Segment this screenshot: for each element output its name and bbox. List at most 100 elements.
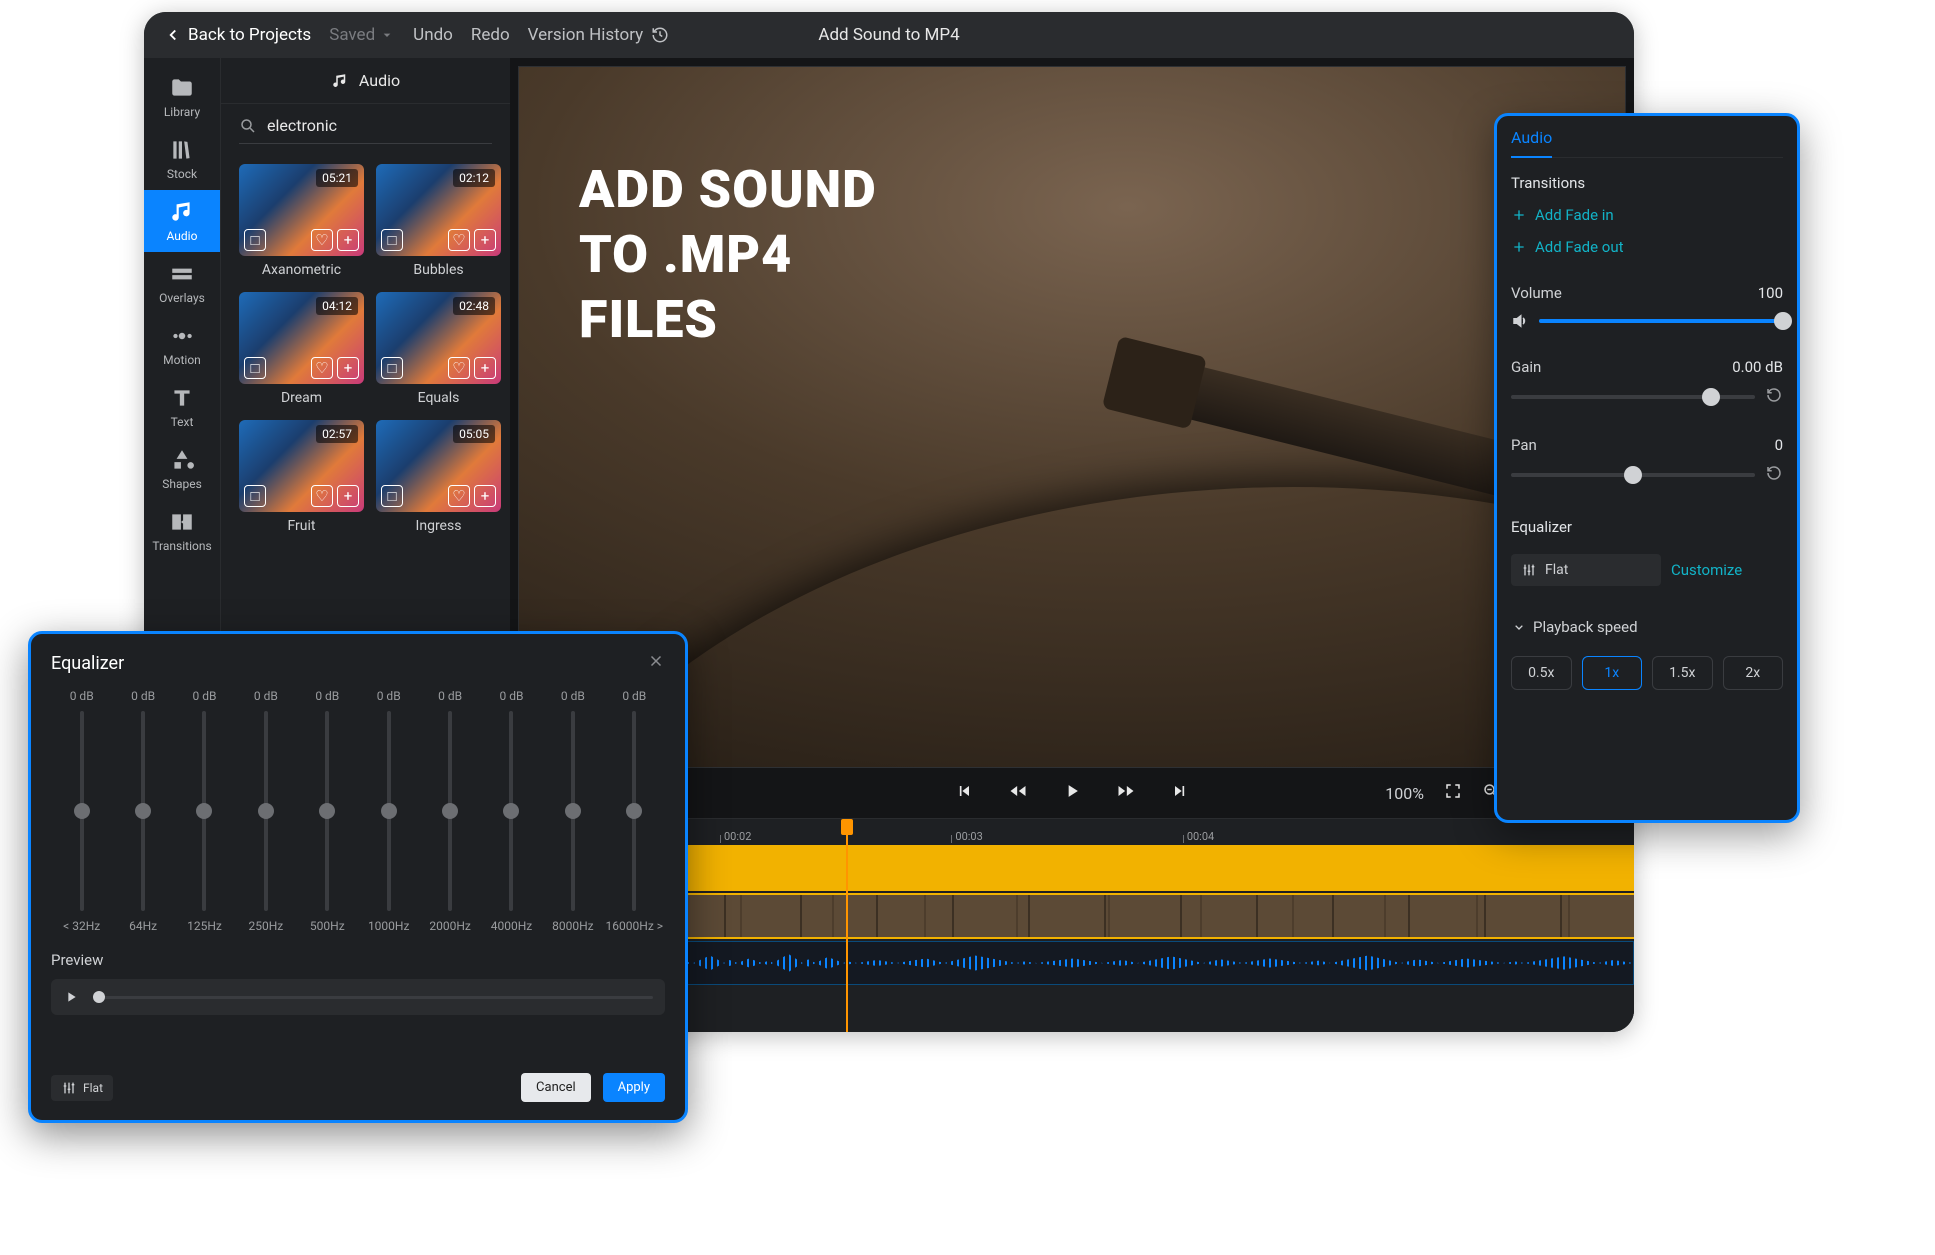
preview-clip-button[interactable]: □: [244, 485, 266, 507]
speed-option[interactable]: 2x: [1723, 656, 1784, 690]
rail-audio[interactable]: Audio: [144, 190, 220, 252]
speed-option[interactable]: 1.5x: [1652, 656, 1713, 690]
equalizer-heading: Equalizer: [1511, 518, 1783, 536]
favorite-button[interactable]: ♡: [448, 229, 470, 251]
save-status[interactable]: Saved: [329, 25, 395, 45]
volume-slider[interactable]: [1539, 319, 1783, 323]
preview-clip-button[interactable]: □: [381, 485, 403, 507]
favorite-button[interactable]: ♡: [311, 229, 333, 251]
preview-clip-button[interactable]: □: [244, 229, 266, 251]
add-clip-button[interactable]: +: [474, 229, 496, 251]
undo-button[interactable]: Undo: [413, 25, 453, 45]
rail-shapes[interactable]: Shapes: [144, 438, 220, 500]
band-slider[interactable]: [141, 711, 145, 911]
preview-clip-button[interactable]: □: [244, 357, 266, 379]
track-marker[interactable]: [650, 845, 1634, 891]
chevron-left-icon: [164, 26, 182, 44]
gain-reset-button[interactable]: [1765, 386, 1783, 408]
band-slider[interactable]: [571, 711, 575, 911]
clip-duration: 04:12: [316, 297, 358, 315]
add-clip-button[interactable]: +: [474, 485, 496, 507]
caret-down-icon: [379, 27, 395, 43]
clip-thumbnail[interactable]: 02:12 □ ♡ +: [376, 164, 501, 256]
customize-link[interactable]: Customize: [1671, 561, 1742, 579]
play-button[interactable]: [1062, 781, 1082, 805]
add-clip-button[interactable]: +: [337, 485, 359, 507]
audio-clip[interactable]: 04:12 □ ♡ + Dream: [239, 292, 364, 406]
band-freq: 250Hz: [249, 919, 284, 933]
rail-motion[interactable]: Motion: [144, 314, 220, 376]
band-db: 0 dB: [438, 689, 462, 703]
track-video[interactable]: [650, 893, 1634, 939]
add-fade-out-button[interactable]: Add Fade out: [1511, 238, 1783, 256]
pan-slider[interactable]: [1511, 473, 1755, 477]
audio-clip[interactable]: 02:12 □ ♡ + Bubbles: [376, 164, 501, 278]
band-freq: < 32Hz: [63, 919, 100, 933]
favorite-button[interactable]: ♡: [448, 485, 470, 507]
band-slider[interactable]: [325, 711, 329, 911]
rewind-button[interactable]: [1008, 781, 1028, 805]
clip-thumbnail[interactable]: 05:21 □ ♡ +: [239, 164, 364, 256]
equalizer-preset-select[interactable]: Flat: [1511, 554, 1661, 586]
favorite-button[interactable]: ♡: [311, 357, 333, 379]
speed-option[interactable]: 0.5x: [1511, 656, 1572, 690]
version-history-button[interactable]: Version History: [528, 25, 670, 45]
playback-speed-heading[interactable]: Playback speed: [1511, 618, 1783, 636]
track-audio[interactable]: [650, 941, 1634, 985]
rail-overlays[interactable]: Overlays: [144, 252, 220, 314]
library-search[interactable]: [239, 116, 492, 144]
fullscreen-button[interactable]: [1444, 782, 1462, 804]
close-button[interactable]: [647, 652, 665, 675]
clip-thumbnail[interactable]: 02:48 □ ♡ +: [376, 292, 501, 384]
play-icon[interactable]: [63, 989, 79, 1005]
band-slider[interactable]: [202, 711, 206, 911]
preview-bar[interactable]: [51, 979, 665, 1015]
preset-selector[interactable]: Flat: [51, 1075, 113, 1101]
forward-button[interactable]: [1116, 781, 1136, 805]
rail-stock[interactable]: Stock: [144, 128, 220, 190]
rail-library[interactable]: Library: [144, 66, 220, 128]
gain-slider[interactable]: [1511, 395, 1755, 399]
band-slider[interactable]: [387, 711, 391, 911]
add-fade-in-button[interactable]: Add Fade in: [1511, 206, 1783, 224]
library-grid: 05:21 □ ♡ + Axanometric 02:12 □ ♡ +: [221, 152, 510, 546]
band-slider[interactable]: [264, 711, 268, 911]
clip-name: Dream: [281, 390, 322, 406]
preview-clip-button[interactable]: □: [381, 229, 403, 251]
audio-clip[interactable]: 02:48 □ ♡ + Equals: [376, 292, 501, 406]
favorite-button[interactable]: ♡: [448, 357, 470, 379]
redo-button[interactable]: Redo: [471, 25, 510, 45]
skip-start-button[interactable]: [954, 781, 974, 805]
skip-end-button[interactable]: [1170, 781, 1190, 805]
clip-duration: 02:48: [453, 297, 495, 315]
back-to-projects-button[interactable]: Back to Projects: [164, 25, 311, 45]
add-clip-button[interactable]: +: [337, 357, 359, 379]
audio-clip[interactable]: 05:05 □ ♡ + Ingress: [376, 420, 501, 534]
band-db: 0 dB: [254, 689, 278, 703]
speed-option[interactable]: 1x: [1582, 656, 1643, 690]
rail-transitions[interactable]: Transitions: [144, 500, 220, 562]
clip-thumbnail[interactable]: 05:05 □ ♡ +: [376, 420, 501, 512]
add-clip-button[interactable]: +: [337, 229, 359, 251]
cancel-button[interactable]: Cancel: [521, 1073, 591, 1102]
clip-thumbnail[interactable]: 02:57 □ ♡ +: [239, 420, 364, 512]
preview-scrubber[interactable]: [93, 996, 653, 999]
pan-reset-button[interactable]: [1765, 464, 1783, 486]
band-slider[interactable]: [509, 711, 513, 911]
audio-waveform: [651, 948, 1633, 978]
tab-audio[interactable]: Audio: [1511, 128, 1552, 158]
rail-text[interactable]: Text: [144, 376, 220, 438]
apply-button[interactable]: Apply: [603, 1073, 665, 1102]
add-clip-button[interactable]: +: [474, 357, 496, 379]
clip-thumbnail[interactable]: 04:12 □ ♡ +: [239, 292, 364, 384]
playhead[interactable]: [846, 819, 848, 1032]
band-slider[interactable]: [632, 711, 636, 911]
band-slider[interactable]: [448, 711, 452, 911]
eq-band: 0 dB 500Hz: [297, 689, 358, 933]
favorite-button[interactable]: ♡: [311, 485, 333, 507]
search-input[interactable]: [267, 116, 492, 135]
audio-clip[interactable]: 05:21 □ ♡ + Axanometric: [239, 164, 364, 278]
preview-clip-button[interactable]: □: [381, 357, 403, 379]
audio-clip[interactable]: 02:57 □ ♡ + Fruit: [239, 420, 364, 534]
band-slider[interactable]: [80, 711, 84, 911]
